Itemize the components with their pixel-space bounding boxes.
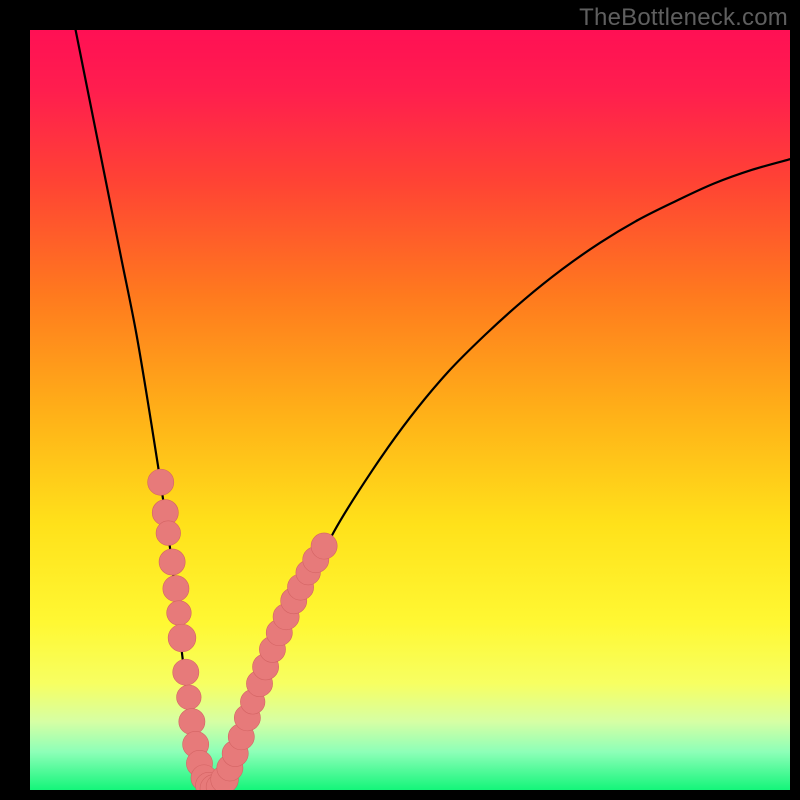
- data-marker: [179, 709, 205, 735]
- data-marker: [167, 601, 192, 626]
- data-marker: [177, 685, 202, 710]
- data-marker: [311, 533, 337, 559]
- data-marker: [173, 659, 199, 685]
- gradient-background: [30, 30, 790, 790]
- data-marker: [168, 624, 196, 652]
- plot-area: [30, 30, 790, 790]
- data-marker: [156, 521, 181, 546]
- plot-svg: [30, 30, 790, 790]
- data-marker: [163, 576, 189, 602]
- chart-frame: TheBottleneck.com: [0, 0, 800, 800]
- data-marker: [159, 549, 185, 575]
- watermark-text: TheBottleneck.com: [579, 4, 788, 32]
- data-marker: [148, 469, 174, 495]
